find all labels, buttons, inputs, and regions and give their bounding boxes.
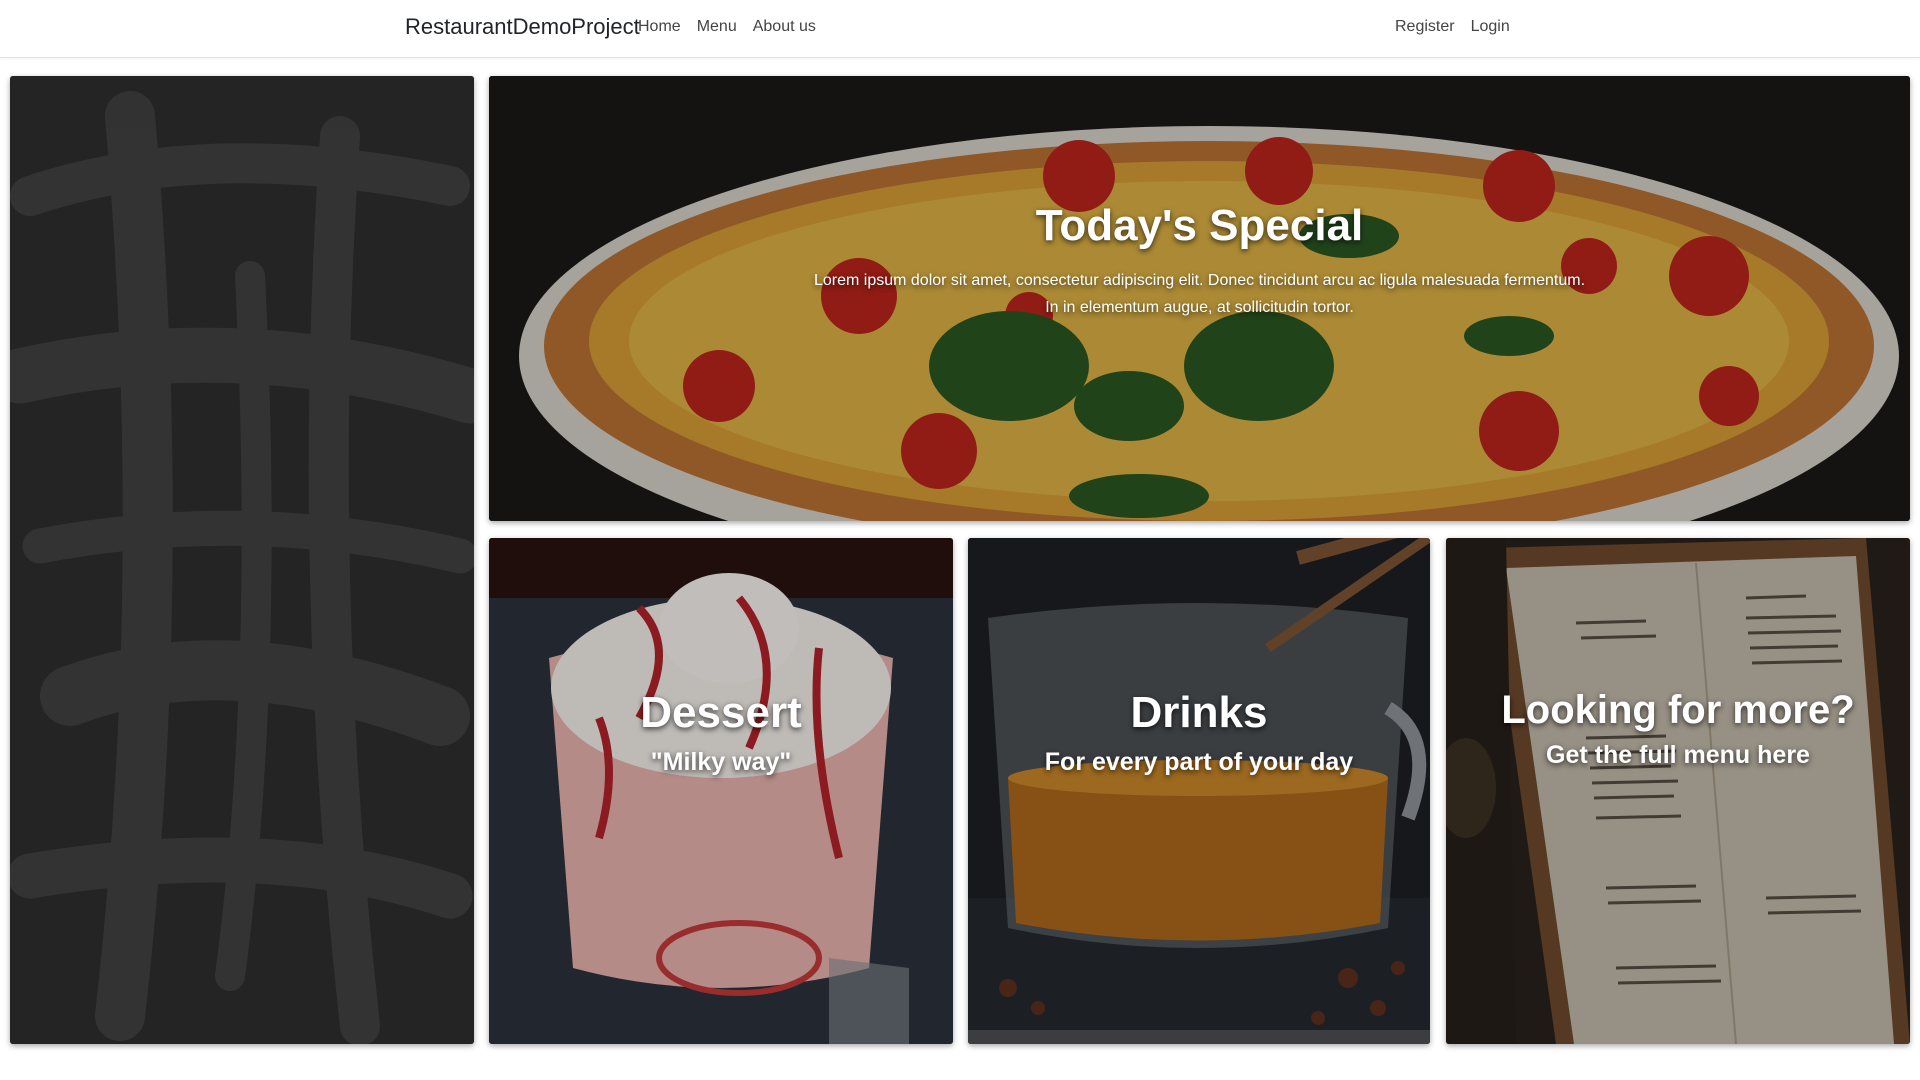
menu-board-image <box>1446 538 1910 1044</box>
tea-cup-image <box>968 538 1430 1044</box>
navbar: RestaurantDemoProject Home Menu About us… <box>0 0 1920 58</box>
nav-main-links: Home Menu About us <box>638 18 816 36</box>
drinks-title: Drinks <box>1130 688 1268 737</box>
nav-register[interactable]: Register <box>1395 18 1455 36</box>
nav-home[interactable]: Home <box>638 18 681 36</box>
drinks-tile[interactable]: Drinks For every part of your day <box>968 538 1430 1044</box>
chalkboard-tile <box>10 76 474 1044</box>
special-title: Today's Special <box>1035 201 1364 250</box>
menu-subtitle: Get the full menu here <box>1546 741 1810 769</box>
todays-special-tile[interactable]: Today's Special Lorem ipsum dolor sit am… <box>489 76 1910 521</box>
special-text-line-2: In in elementum augue, at sollicitudin t… <box>1045 299 1354 316</box>
dessert-caption: Dessert "Milky way" <box>489 688 953 777</box>
special-caption: Today's Special Lorem ipsum dolor sit am… <box>489 201 1910 321</box>
chalkboard-image <box>10 76 474 1044</box>
menu-title: Looking for more? <box>1501 688 1855 732</box>
nav-menu[interactable]: Menu <box>697 18 737 36</box>
drinks-caption: Drinks For every part of your day <box>968 688 1430 777</box>
nav-about-us[interactable]: About us <box>753 18 816 36</box>
nav-login[interactable]: Login <box>1471 18 1510 36</box>
menu-caption: Looking for more? Get the full menu here <box>1446 688 1910 770</box>
full-menu-tile[interactable]: Looking for more? Get the full menu here <box>1446 538 1910 1044</box>
special-text-line-1: Lorem ipsum dolor sit amet, consectetur … <box>813 272 1586 289</box>
brand-link[interactable]: RestaurantDemoProject <box>405 14 640 40</box>
dessert-subtitle: "Milky way" <box>650 748 792 776</box>
nav-account-links: Register Login <box>1395 18 1510 36</box>
dessert-tile[interactable]: Dessert "Milky way" <box>489 538 953 1044</box>
milkshake-image <box>489 538 953 1044</box>
drinks-subtitle: For every part of your day <box>1044 748 1354 776</box>
dessert-title: Dessert <box>640 688 802 737</box>
